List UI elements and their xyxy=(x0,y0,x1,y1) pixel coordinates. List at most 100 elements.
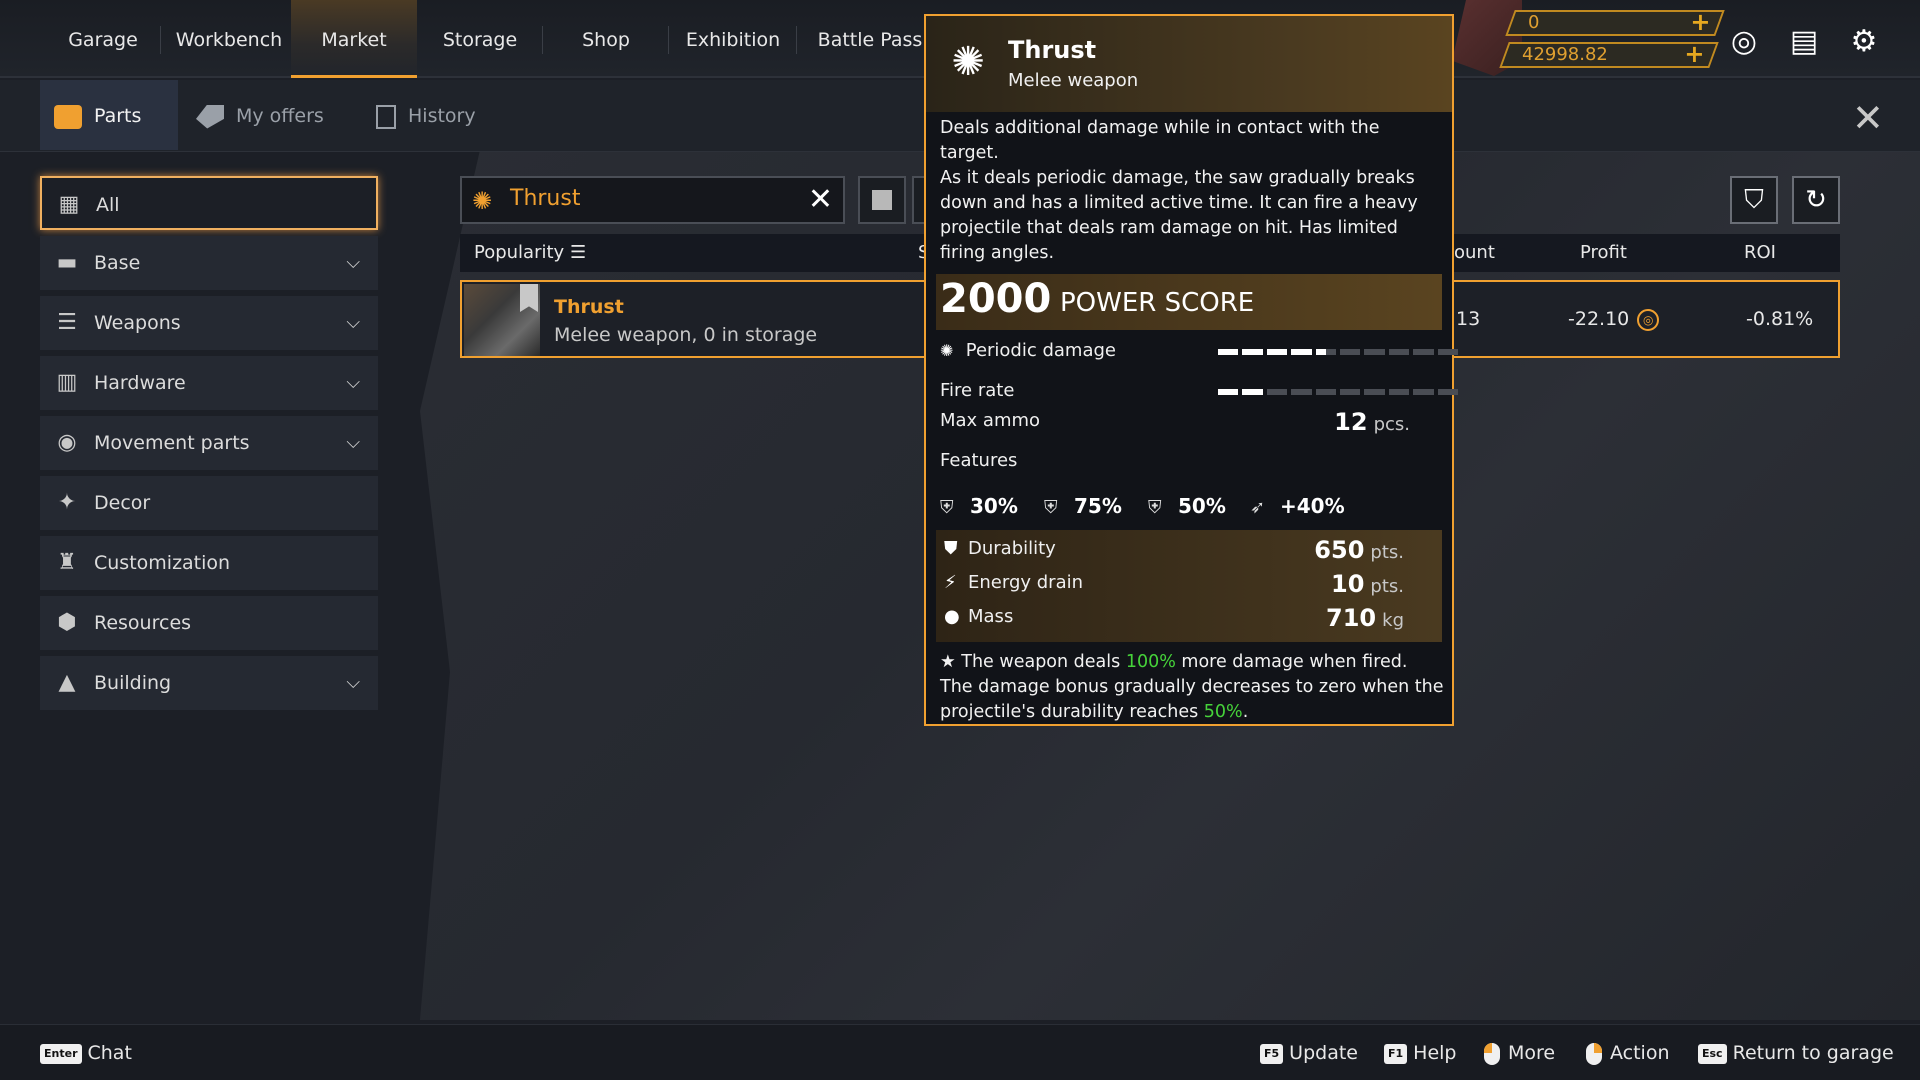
bar-segment xyxy=(1437,389,1459,395)
chevron-down-icon: ⌵ xyxy=(346,672,360,693)
document-icon xyxy=(376,104,396,129)
stat-periodic-damage: ✺ Periodic damage xyxy=(940,340,1459,366)
chevron-down-icon: ⌵ xyxy=(346,252,360,273)
help-hint[interactable]: F1 Help xyxy=(1384,1039,1457,1067)
saw-shield-icon: ⛨ xyxy=(1148,497,1162,518)
car-icon: ▬ xyxy=(56,250,78,275)
tab-exhibition[interactable]: Exhibition xyxy=(672,0,794,78)
mouse-left-icon xyxy=(1484,1042,1500,1065)
bar-segment xyxy=(1315,389,1337,395)
messages-icon[interactable]: ▤ xyxy=(1786,24,1822,60)
f1-key-icon: F1 xyxy=(1384,1043,1408,1064)
mass-value: 710 xyxy=(1326,604,1377,632)
tab-workbench[interactable]: Workbench xyxy=(164,0,294,78)
tooltip-description: Deals additional damage while in contact… xyxy=(940,116,1440,266)
filter-checkbox[interactable] xyxy=(858,176,906,224)
spec-durability: ⛊ Durability 650 pts. xyxy=(944,536,1434,570)
tab-market[interactable]: Market xyxy=(291,0,417,78)
clear-filter-icon[interactable]: ⛉ xyxy=(1730,176,1778,224)
tab-battle-pass[interactable]: Battle Pass xyxy=(800,0,940,78)
settings-gear-icon[interactable]: ⚙ xyxy=(1846,24,1882,60)
category-decor[interactable]: ✦ Decor xyxy=(40,476,378,530)
action-hint[interactable]: Action xyxy=(1586,1039,1670,1067)
refresh-icon[interactable]: ↻ xyxy=(1792,176,1840,224)
specs-panel: ⛊ Durability 650 pts. ⚡ Energy drain 10 pts.… xyxy=(936,530,1442,642)
hint-label: Update xyxy=(1289,1042,1358,1064)
resources-icon: ⬢ xyxy=(57,610,77,635)
return-hint[interactable]: Esc Return to garage xyxy=(1698,1039,1894,1067)
tooltip-title: Thrust xyxy=(1008,36,1097,64)
category-movement-parts[interactable]: ◉ Movement parts ⌵ xyxy=(40,416,378,470)
column-popularity-label: Popularity xyxy=(474,242,565,263)
bottom-bar: Enter Chat F5 Update F1 Help More Action Es… xyxy=(0,1024,1920,1080)
spec-label: Mass xyxy=(968,606,1014,627)
chevron-down-icon: ⌵ xyxy=(346,432,360,453)
category-hardware[interactable]: ▥ Hardware ⌵ xyxy=(40,356,378,410)
tab-shop[interactable]: Shop xyxy=(546,0,666,78)
category-label: All xyxy=(96,194,120,216)
category-label: Customization xyxy=(94,552,231,574)
tab-storage[interactable]: Storage xyxy=(420,0,540,78)
column-roi[interactable]: ROI xyxy=(1744,234,1776,272)
category-resources[interactable]: ⬢ Resources xyxy=(40,596,378,650)
esc-key-icon: Esc xyxy=(1698,1043,1727,1064)
bar-segment xyxy=(1340,389,1361,395)
chevron-down-icon: ⌵ xyxy=(346,312,360,333)
bar-segment xyxy=(1437,349,1459,355)
enter-key-icon: Enter xyxy=(40,1043,82,1064)
feature-value: 30% xyxy=(970,494,1018,518)
bar-segment xyxy=(1388,349,1410,355)
saw-weapon-icon: ✺ xyxy=(472,187,493,215)
category-all[interactable]: ▦ All xyxy=(40,176,378,230)
unit-label: pcs. xyxy=(1373,414,1410,435)
item-subtitle: Melee weapon, 0 in storage xyxy=(554,324,818,346)
note-text: The weapon deals xyxy=(961,652,1126,672)
subtab-my-offers-label: My offers xyxy=(236,105,324,127)
subtab-history[interactable]: History xyxy=(376,80,516,150)
clear-search-icon[interactable]: ✕ xyxy=(808,182,833,217)
feature-value: 75% xyxy=(1074,494,1122,518)
stat-value: 12 pcs. xyxy=(1334,408,1410,436)
column-profit[interactable]: Profit xyxy=(1580,234,1627,272)
category-customization[interactable]: ♜ Customization xyxy=(40,536,378,590)
item-name: Thrust xyxy=(554,296,624,318)
profit-value: -22.10 xyxy=(1568,308,1630,330)
tag-icon xyxy=(196,104,224,129)
spec-value: 710 kg xyxy=(1326,604,1404,632)
hint-label: Help xyxy=(1413,1042,1457,1064)
sort-popularity[interactable]: Popularity ☰ xyxy=(474,234,586,272)
more-hint[interactable]: More xyxy=(1484,1039,1555,1067)
chat-hint[interactable]: Enter Chat xyxy=(40,1039,132,1067)
speedometer-icon[interactable]: ◎ xyxy=(1726,24,1762,60)
claw-shield-icon: ⛨ xyxy=(940,497,954,518)
bar-segment xyxy=(1413,349,1434,355)
close-icon[interactable]: ✕ xyxy=(1852,96,1884,140)
bar-segment xyxy=(1266,349,1288,355)
bar-segment xyxy=(1242,349,1263,355)
category-building[interactable]: ▲ Building ⌵ xyxy=(40,656,378,710)
search-input[interactable]: ✺ Thrust ✕ xyxy=(460,176,845,224)
stat-label: Fire rate xyxy=(940,380,1015,401)
category-label: Base xyxy=(94,252,141,274)
power-score-label: POWER SCORE xyxy=(1060,288,1255,318)
brush-icon: ♜ xyxy=(57,550,77,575)
feature-item: ⛨ 75% xyxy=(1044,494,1122,518)
unit-label: pts. xyxy=(1370,576,1404,597)
description-line: As it deals periodic damage, the saw gra… xyxy=(940,168,1418,263)
checkbox-fill xyxy=(872,190,892,210)
category-label: Weapons xyxy=(94,312,181,334)
update-hint[interactable]: F5 Update xyxy=(1260,1039,1358,1067)
description-line: Deals additional damage while in contact… xyxy=(940,118,1380,163)
add-coupons-icon[interactable]: + xyxy=(1674,8,1710,36)
item-tooltip: ✺ Thrust Melee weapon Deals additional d… xyxy=(924,14,1459,726)
add-coins-icon[interactable]: + xyxy=(1668,40,1704,68)
coins-balance: 42998.82 + xyxy=(1499,40,1719,68)
subtab-my-offers[interactable]: My offers xyxy=(196,80,356,150)
tab-garage[interactable]: Garage xyxy=(48,0,158,78)
spec-value: 650 pts. xyxy=(1314,536,1404,564)
category-weapons[interactable]: ☰ Weapons ⌵ xyxy=(40,296,378,350)
category-base[interactable]: ▬ Base ⌵ xyxy=(40,236,378,290)
bar-segment xyxy=(1266,389,1288,395)
column-amount[interactable]: ount xyxy=(1454,234,1495,272)
subtab-parts[interactable]: Parts xyxy=(40,80,178,150)
